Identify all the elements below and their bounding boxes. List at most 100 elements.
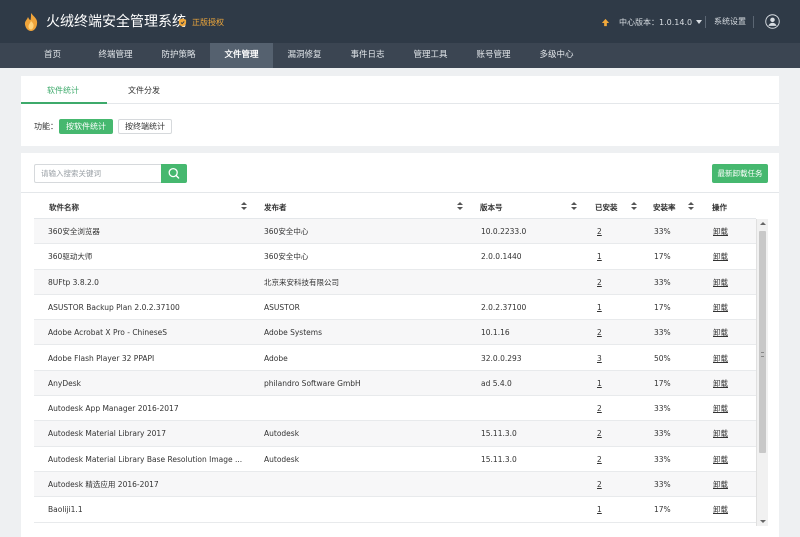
- app-title: 火绒终端安全管理系统: [46, 14, 186, 30]
- uninstall-link[interactable]: 卸载: [713, 447, 728, 472]
- cell-software-name: Autodesk 精选应用 2016-2017: [48, 480, 159, 489]
- table-row[interactable]: 360驱动大师 360安全中心 2.0.0.1440 1 17% 卸载: [34, 244, 756, 270]
- latest-uninstall-task-button[interactable]: 最新卸载任务: [712, 164, 768, 183]
- search-input[interactable]: [34, 164, 161, 183]
- cell-install-rate: 33%: [654, 328, 671, 338]
- by-terminal-button[interactable]: 按终端统计: [118, 119, 172, 134]
- nav-item-home[interactable]: 首页: [21, 43, 84, 68]
- app-header: 火绒终端安全管理系统 正版授权 中心版本：1.0.14.0 系统设置: [0, 0, 800, 43]
- col-action: 操作: [712, 203, 727, 212]
- scroll-thumb[interactable]: [759, 231, 766, 453]
- nav-item-events[interactable]: 事件日志: [336, 43, 399, 68]
- nav-item-terminal[interactable]: 终端管理: [84, 43, 147, 68]
- uninstall-link[interactable]: 卸载: [713, 396, 728, 421]
- tab-software-stats[interactable]: 软件统计: [47, 86, 79, 96]
- col-software-name[interactable]: 软件名称: [49, 203, 79, 213]
- flame-logo-icon: [24, 13, 38, 31]
- nav-item-accounts[interactable]: 账号管理: [462, 43, 525, 68]
- uninstall-link[interactable]: 卸载: [713, 244, 728, 269]
- scroll-up-icon[interactable]: [760, 222, 766, 225]
- cell-installed-count[interactable]: 2: [597, 472, 602, 497]
- cell-installed-count[interactable]: 1: [597, 244, 602, 269]
- sort-icon[interactable]: [571, 201, 577, 211]
- table-row[interactable]: Autodesk App Manager 2016-2017 2 33% 卸载: [34, 396, 756, 422]
- divider: [21, 192, 779, 193]
- nav-item-multicenter[interactable]: 多级中心: [525, 43, 588, 68]
- cell-install-rate: 33%: [654, 480, 671, 489]
- search-button[interactable]: [161, 164, 187, 183]
- uninstall-link[interactable]: 卸载: [713, 421, 728, 446]
- nav-item-files[interactable]: 文件管理: [210, 43, 273, 68]
- col-installed[interactable]: 已安装: [595, 203, 618, 213]
- cell-version: 2.0.2.37100: [481, 302, 527, 312]
- uninstall-link[interactable]: 卸载: [713, 320, 728, 345]
- tab-file-distribution[interactable]: 文件分发: [128, 86, 160, 96]
- cell-software-name: Adobe Flash Player 32 PPAPI: [48, 353, 155, 363]
- uninstall-link[interactable]: 卸载: [713, 472, 728, 497]
- nav-item-patch[interactable]: 漏洞修复: [273, 43, 336, 68]
- cell-installed-count[interactable]: 2: [597, 270, 602, 295]
- uninstall-link[interactable]: 卸载: [713, 497, 728, 522]
- cell-version: 15.11.3.0: [481, 454, 517, 464]
- by-software-button[interactable]: 按软件统计: [59, 119, 113, 134]
- table-row[interactable]: Autodesk Material Library Base Resolutio…: [34, 447, 756, 472]
- cell-installed-count[interactable]: 1: [597, 497, 602, 522]
- col-publisher[interactable]: 发布者: [264, 203, 287, 213]
- cell-installed-count[interactable]: 2: [597, 421, 602, 446]
- table-row[interactable]: Baoliji1.1 1 17% 卸载: [34, 497, 756, 523]
- uninstall-link[interactable]: 卸载: [713, 371, 728, 396]
- table-row[interactable]: AnyDesk philandro Software GmbH ad 5.4.0 1 1…: [34, 370, 756, 397]
- uninstall-link[interactable]: 卸载: [713, 219, 728, 244]
- table-header: 软件名称 发布者 版本号 已安装 安装率 操作: [34, 197, 756, 219]
- uninstall-link[interactable]: 卸载: [713, 346, 728, 371]
- col-install-rate[interactable]: 安装率: [653, 203, 676, 213]
- nav-item-tools[interactable]: 管理工具: [399, 43, 462, 68]
- cell-install-rate: 17%: [654, 252, 671, 262]
- cell-software-name: Autodesk Material Library 2017: [48, 429, 166, 439]
- cell-installed-count[interactable]: 2: [597, 447, 602, 472]
- sort-icon[interactable]: [457, 201, 463, 211]
- table-row[interactable]: Adobe Flash Player 32 PPAPI Adobe 32.0.0.2…: [34, 346, 756, 371]
- cell-publisher: Autodesk: [264, 454, 300, 464]
- system-settings-link[interactable]: 系统设置: [714, 16, 746, 28]
- cell-install-rate: 33%: [654, 227, 671, 236]
- cell-software-name: Autodesk Material Library Base Resolutio…: [48, 454, 243, 464]
- cell-install-rate: 33%: [654, 429, 671, 439]
- table-row[interactable]: Autodesk Material Library 2017 Autodesk 15…: [34, 421, 756, 447]
- license-badge[interactable]: 正版授权: [178, 15, 224, 29]
- cell-version: ad 5.4.0: [481, 378, 512, 388]
- sort-icon[interactable]: [241, 201, 247, 211]
- cell-installed-count[interactable]: 1: [597, 371, 602, 396]
- cell-version: 10.1.16: [481, 328, 510, 338]
- sort-icon[interactable]: [631, 201, 637, 211]
- cell-version: 10.0.2233.0: [481, 227, 527, 236]
- search-icon: [168, 167, 180, 179]
- sort-icon[interactable]: [688, 201, 694, 211]
- cell-version: 32.0.0.293: [481, 353, 522, 363]
- nav-item-policy[interactable]: 防护策略: [147, 43, 210, 68]
- version-dropdown[interactable]: 中心版本：1.0.14.0: [601, 16, 703, 28]
- uninstall-link[interactable]: 卸载: [713, 295, 728, 320]
- cell-install-rate: 17%: [654, 378, 671, 388]
- table-row[interactable]: ASUSTOR Backup Plan 2.0.2.37100 ASUSTOR 2.…: [34, 295, 756, 321]
- cell-installed-count[interactable]: 1: [597, 295, 602, 320]
- user-icon[interactable]: [765, 14, 780, 29]
- scrollbar[interactable]: [756, 219, 768, 526]
- cell-installed-count[interactable]: 2: [597, 219, 602, 244]
- table-row[interactable]: 360安全浏览器 360安全中心 10.0.2233.0 2 33% 卸载: [34, 219, 756, 245]
- cell-publisher: ASUSTOR: [264, 302, 300, 312]
- table-row[interactable]: Autodesk 精选应用 2016-2017 2 33% 卸载: [34, 472, 756, 498]
- table-body: 360安全浏览器 360安全中心 10.0.2233.0 2 33% 卸载 360驱动大师 3…: [34, 219, 756, 523]
- cell-install-rate: 33%: [654, 277, 671, 287]
- uninstall-link[interactable]: 卸载: [713, 270, 728, 295]
- table-row[interactable]: Adobe Acrobat X Pro - ChineseS Adobe Syst…: [34, 320, 756, 346]
- cell-installed-count[interactable]: 2: [597, 396, 602, 421]
- col-version[interactable]: 版本号: [480, 203, 503, 213]
- table-row[interactable]: 8UFtp 3.8.2.0 北京来安科技有限公司 2 33% 卸载: [34, 269, 756, 295]
- cell-software-name: Baoliji1.1: [48, 505, 83, 515]
- cell-publisher: Adobe: [264, 353, 288, 363]
- license-label: 正版授权: [192, 17, 224, 27]
- scroll-down-icon[interactable]: [760, 520, 766, 523]
- cell-installed-count[interactable]: 3: [597, 346, 602, 371]
- cell-installed-count[interactable]: 2: [597, 320, 602, 345]
